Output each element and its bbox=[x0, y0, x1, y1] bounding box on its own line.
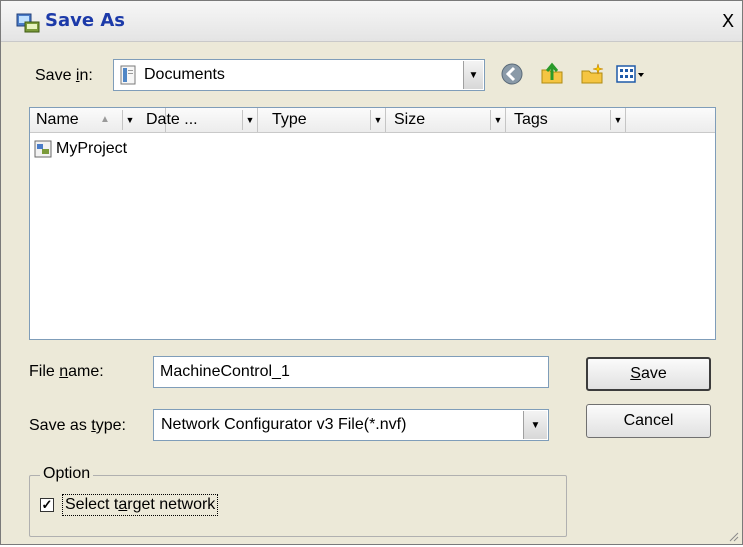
column-tags-label: Tags bbox=[514, 111, 548, 128]
chevron-down-icon[interactable]: ▼ bbox=[490, 110, 505, 130]
view-menu-icon[interactable] bbox=[615, 61, 647, 87]
project-file-icon bbox=[34, 140, 52, 158]
window-title: Save As bbox=[45, 10, 125, 31]
file-list[interactable]: Name ▲ ▼ Date ... ▼ Type ▼ Size ▼ Tags ▼ bbox=[29, 107, 716, 340]
column-header-type[interactable]: Type ▼ bbox=[266, 108, 386, 132]
save-as-type-value: Network Configurator v3 File(*.nvf) bbox=[161, 416, 407, 433]
app-icon bbox=[15, 10, 41, 34]
save-button[interactable]: Save bbox=[586, 357, 711, 391]
select-target-network-label[interactable]: Select target network bbox=[62, 494, 219, 516]
save-as-type-dropdown[interactable]: Network Configurator v3 File(*.nvf) ▼ bbox=[153, 409, 549, 441]
file-name-label: File name: bbox=[29, 363, 104, 380]
title-bar[interactable]: Save As X bbox=[1, 1, 742, 42]
save-in-label: Save in: bbox=[35, 67, 93, 84]
chevron-down-icon[interactable]: ▼ bbox=[523, 411, 547, 439]
file-name-label: MyProject bbox=[56, 140, 128, 157]
chevron-down-icon[interactable]: ▼ bbox=[463, 61, 483, 89]
column-header-date[interactable]: Date ... ▼ bbox=[140, 108, 258, 132]
chevron-down-icon[interactable]: ▼ bbox=[242, 110, 257, 130]
column-date-label: Date ... bbox=[146, 111, 198, 128]
new-folder-icon[interactable] bbox=[579, 61, 605, 87]
chevron-down-icon[interactable]: ▼ bbox=[122, 110, 137, 130]
save-in-dropdown[interactable]: Documents ▼ bbox=[113, 59, 485, 91]
chevron-down-icon[interactable]: ▼ bbox=[370, 110, 385, 130]
documents-folder-icon bbox=[120, 65, 138, 85]
close-button[interactable]: X bbox=[717, 11, 739, 33]
resize-grip-icon[interactable] bbox=[727, 529, 739, 542]
column-name-label: Name bbox=[36, 111, 79, 128]
save-as-dialog: Save As X Save in: Documents ▼ Name ▲ ▼ … bbox=[0, 0, 743, 545]
column-header-size[interactable]: Size ▼ bbox=[388, 108, 506, 132]
chevron-down-icon[interactable]: ▼ bbox=[610, 110, 625, 130]
option-group: Option ✓ Select target network bbox=[29, 465, 567, 537]
save-as-type-label: Save as type: bbox=[29, 417, 126, 434]
back-icon[interactable] bbox=[499, 61, 525, 87]
column-header-tags[interactable]: Tags ▼ bbox=[508, 108, 626, 132]
file-name-input[interactable]: MachineControl_1 bbox=[153, 356, 549, 388]
column-type-label: Type bbox=[272, 111, 307, 128]
save-in-value: Documents bbox=[144, 66, 225, 83]
cancel-button[interactable]: Cancel bbox=[586, 404, 711, 438]
up-folder-icon[interactable] bbox=[539, 61, 565, 87]
option-group-title: Option bbox=[40, 465, 94, 483]
select-target-network-checkbox[interactable]: ✓ bbox=[40, 498, 54, 512]
column-header-row: Name ▲ ▼ Date ... ▼ Type ▼ Size ▼ Tags ▼ bbox=[30, 108, 715, 133]
sort-ascending-icon: ▲ bbox=[100, 114, 110, 125]
column-size-label: Size bbox=[394, 111, 426, 128]
